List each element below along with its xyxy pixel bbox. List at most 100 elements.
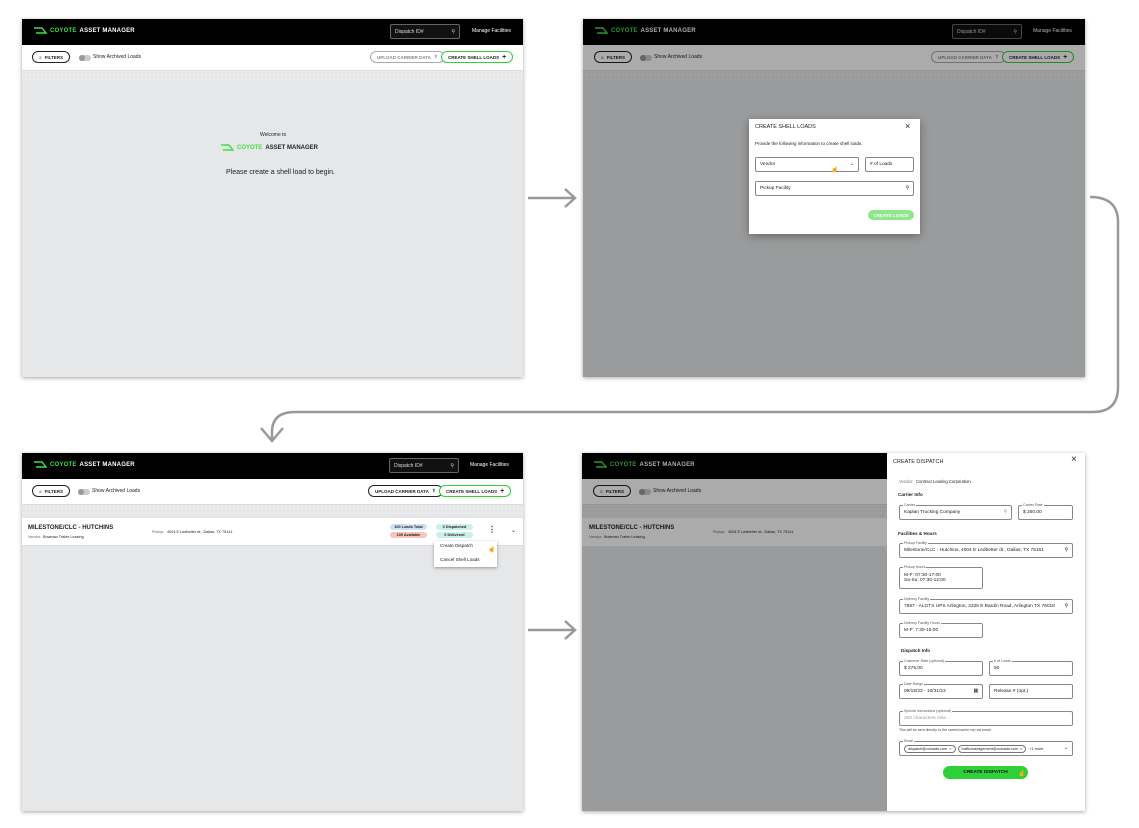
special-instructions-input[interactable]: Special Instructions (optional) 200 chara… [899, 709, 1073, 726]
upload-icon: ⇪ [433, 54, 438, 59]
cursor-icon: ☝ [831, 167, 839, 173]
filters-button[interactable]: ≡ FILTERS [32, 485, 71, 497]
upload-carrier-button[interactable]: UPLOAD CARRIER DATA ⇪ [370, 51, 445, 63]
close-icon[interactable]: × [905, 121, 910, 131]
logo-asset-manager: ASSET MANAGER [265, 144, 319, 151]
kebab-menu-icon[interactable]: ⋮ [488, 525, 496, 534]
delivered-badge: 0 Delivered [436, 532, 473, 538]
chevron-down-icon: ⌄ [849, 162, 854, 167]
loads-count-input[interactable]: # of Loads [865, 157, 914, 172]
filters-label: FILTERS [44, 488, 64, 494]
plus-icon: + [500, 487, 505, 495]
manage-facilities-link[interactable]: Manage Facilities [470, 462, 509, 468]
create-shell-label: CREATE SHELL LOADS [446, 488, 498, 494]
chevron-down-icon[interactable]: ⌄ [1064, 746, 1068, 751]
release-placeholder: Release # (opt.) [994, 689, 1029, 694]
pickup-hours-label: Pickup Hours [903, 565, 927, 569]
pickup-facility-value: Milestone/CLC - Hutchins, 4004 E Ledbett… [904, 548, 1044, 553]
filter-icon: ≡ [39, 488, 42, 494]
panel-title: CREATE DISPATCH [893, 459, 944, 465]
filters-button[interactable]: ≡ FILTERS [32, 51, 71, 63]
vendor-label: Vendor: [899, 479, 914, 484]
pickup-facility-input[interactable]: Pickup Facility Milestone/CLC - Hutchins,… [899, 541, 1073, 558]
create-dispatch-button[interactable]: CREATE DISPATCH [943, 766, 1028, 779]
carrier-rate-label: Carrier Rate [1022, 503, 1044, 507]
app-logo[interactable]: COYOTE ASSET MANAGER [34, 461, 135, 468]
load-title: MILESTONE/CLC - HUTCHINS [28, 525, 114, 531]
available-badge: 100 Available [390, 532, 427, 538]
customer-rate-label: Customer Rate (optional) [903, 659, 946, 663]
delivery-facility-input[interactable]: Delivery Facility 7597 - ALGTX UPS Arling… [899, 597, 1073, 614]
create-dispatch-panel: CREATE DISPATCH × Vendor: Contract Leasi… [887, 453, 1085, 811]
archived-toggle[interactable] [78, 489, 90, 495]
carrier-label: Carrier [903, 503, 916, 507]
logo-coyote: COYOTE [50, 461, 77, 468]
menu-cancel-shell[interactable]: Cancel Shell Loads [440, 557, 480, 562]
email-label: Email [903, 739, 914, 743]
loads-count-input[interactable]: # of Loads 50 [989, 659, 1073, 676]
email-chip[interactable]: dispatch@coloads.com × [904, 744, 956, 753]
screen-loads-list: COYOTE ASSET MANAGER Dispatch ID# ⚲ Manage… [22, 453, 523, 811]
upload-label: UPLOAD CARRIER DATA [375, 488, 429, 494]
calendar-icon[interactable]: ▦ [973, 689, 978, 694]
search-icon[interactable]: ⚲ [451, 29, 455, 35]
cursor-icon: ☝ [1018, 771, 1026, 777]
search-icon[interactable]: ⚲ [450, 463, 454, 469]
close-icon[interactable]: × [1020, 747, 1022, 751]
vendor-label: Vendor: [28, 535, 42, 539]
email-chip[interactable]: trafficmanagement@coloads.com × [957, 744, 1027, 753]
logo-asset-manager: ASSET MANAGER [79, 461, 135, 468]
create-shell-label: CREATE SHELL LOADS [448, 54, 500, 60]
pickup-value: 4004 E Ledbetter dr., Dallas, TX 75141 [167, 530, 233, 534]
customer-rate-input[interactable]: Customer Rate (optional) $ 275.00 [899, 659, 983, 676]
search-placeholder: Dispatch ID# [394, 462, 423, 469]
logo-coyote: COYOTE [50, 27, 77, 34]
dispatch-search[interactable]: Dispatch ID# ⚲ [389, 458, 459, 473]
carrier-rate-input[interactable]: Carrier Rate $ 250.00 [1018, 503, 1073, 520]
dotted-divider [22, 505, 523, 515]
coyote-logo-icon [34, 461, 47, 468]
panel-backdrop[interactable] [582, 453, 887, 811]
vendor-placeholder: Vendor [760, 162, 776, 167]
dotted-divider [22, 71, 523, 81]
flow-arrow-return-icon [260, 195, 1120, 443]
filter-icon: ≡ [39, 54, 42, 60]
carrier-section-title: Carrier Info [898, 492, 923, 497]
delivery-facility-label: Delivery Facility [903, 597, 931, 601]
email-chip-text: trafficmanagement@coloads.com [961, 746, 1019, 751]
row-context-menu: Create Dispatch Cancel Shell Loads ☝ [434, 541, 497, 567]
delivery-hours-value: M-F: 7:30-15:00 [904, 628, 939, 633]
manage-facilities-link[interactable]: Manage Facilities [472, 28, 511, 34]
menu-create-dispatch[interactable]: Create Dispatch [440, 543, 473, 548]
loads-count-label: # of Loads [993, 659, 1012, 663]
close-icon[interactable]: × [1071, 454, 1077, 465]
create-shell-loads-button[interactable]: CREATE SHELL LOADS + [439, 485, 512, 497]
dispatch-search[interactable]: Dispatch ID# ⚲ [390, 24, 460, 39]
create-shell-loads-button[interactable]: CREATE SHELL LOADS + [441, 51, 514, 63]
special-instructions-placeholder: 200 characters max [904, 716, 947, 721]
special-instructions-label: Special Instructions (optional) [903, 709, 953, 713]
upload-carrier-button[interactable]: UPLOAD CARRIER DATA ⇪ [368, 485, 443, 497]
search-icon: ⚲ [1064, 604, 1068, 609]
email-input[interactable]: Email dispatch@coloads.com × trafficmanag… [899, 739, 1073, 756]
vendor-select[interactable]: Vendor ⌄ [755, 157, 859, 172]
archived-toggle[interactable] [79, 55, 91, 61]
logo-coyote: COYOTE [237, 144, 263, 151]
delivery-facility-value: 7597 - ALGTX UPS Arlington, 2325 E Bardi… [904, 604, 1055, 609]
chevron-down-icon[interactable]: ⌄ [511, 527, 516, 534]
date-range-input[interactable]: Date Range 09/15/23 - 10/31/23 ▦ [899, 682, 983, 699]
search-icon: ⚲ [905, 186, 909, 191]
close-icon[interactable]: × [949, 747, 951, 751]
vendor-value: Contract Leasing Corporation [916, 479, 971, 484]
date-range-value: 09/15/23 - 10/31/23 [904, 689, 946, 694]
toolbar: ≡ FILTERS Show Archived Loads UPLOAD CARR… [22, 479, 523, 505]
email-more-count: +1 more [1029, 746, 1044, 751]
dispatch-section-title: Dispatch Info [901, 648, 931, 653]
app-logo[interactable]: COYOTE ASSET MANAGER [34, 27, 135, 34]
vendor-value: Bowman Trailer Leasing [43, 535, 84, 539]
release-input[interactable]: Release # (opt.) [989, 684, 1073, 699]
carrier-value: Kaplan Trucking Company [904, 510, 961, 515]
facilities-section-title: Facilities & Hours [898, 531, 937, 536]
carrier-input[interactable]: Carrier Kaplan Trucking Company ⚲ [899, 503, 1012, 520]
email-chip-text: dispatch@coloads.com [908, 746, 948, 751]
